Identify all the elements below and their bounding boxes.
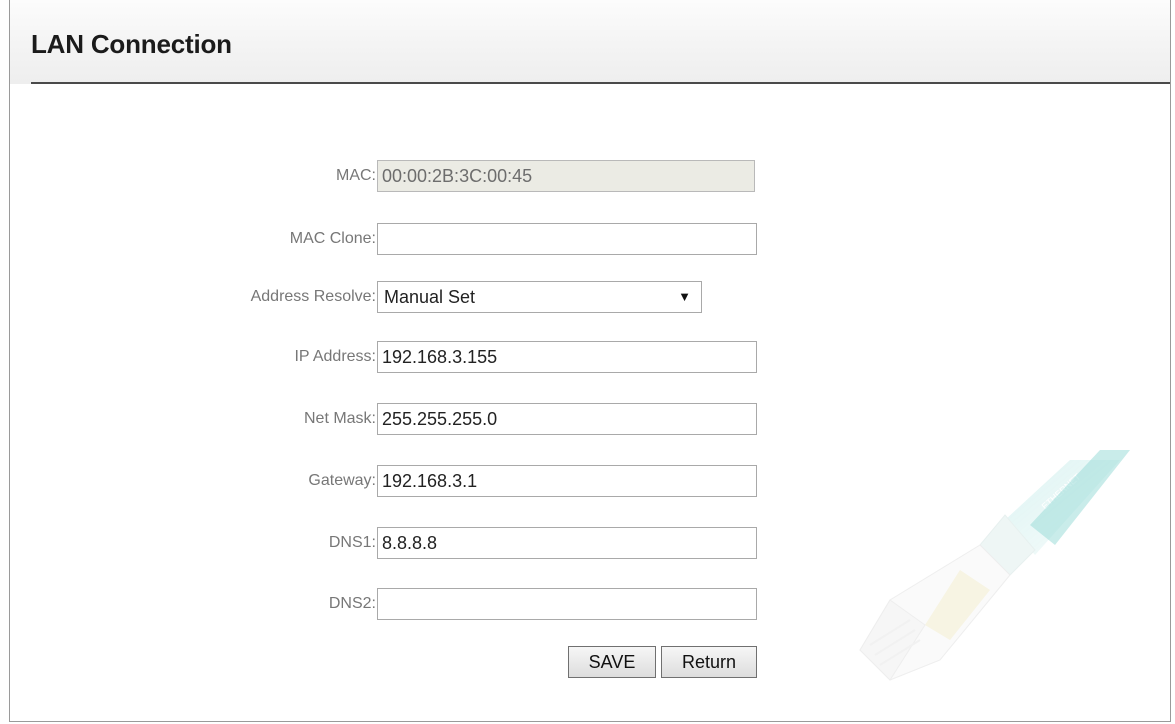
lan-connection-panel: LAN Connection ETHERNET MAC: MAC Clon xyxy=(9,0,1171,722)
dns1-label: DNS1: xyxy=(328,534,376,551)
address-resolve-row: Address Resolve: Manual Set ▼ xyxy=(10,280,810,314)
address-resolve-value: Manual Set xyxy=(384,287,476,307)
net-mask-label: Net Mask: xyxy=(303,410,376,427)
mac-clone-row: MAC Clone: xyxy=(10,222,810,256)
gateway-field[interactable] xyxy=(377,465,757,497)
return-button[interactable]: Return xyxy=(661,646,757,678)
mac-row: MAC: xyxy=(10,159,810,193)
ethernet-plug-icon: ETHERNET xyxy=(859,450,1130,681)
dns2-row: DNS2: xyxy=(10,587,810,621)
dropdown-arrow-icon: ▼ xyxy=(678,289,691,304)
dns2-field[interactable] xyxy=(377,588,757,620)
ip-address-label: IP Address: xyxy=(294,348,376,365)
net-mask-row: Net Mask: xyxy=(10,402,810,436)
panel-header: LAN Connection xyxy=(10,0,1170,84)
mac-clone-field[interactable] xyxy=(377,223,757,255)
dns1-row: DNS1: xyxy=(10,526,810,560)
net-mask-field[interactable] xyxy=(377,403,757,435)
save-button[interactable]: SAVE xyxy=(568,646,656,678)
page-title: LAN Connection xyxy=(31,29,232,59)
mac-label: MAC: xyxy=(336,167,376,184)
address-resolve-select[interactable]: Manual Set ▼ xyxy=(377,281,702,313)
gateway-row: Gateway: xyxy=(10,464,810,498)
address-resolve-label: Address Resolve: xyxy=(250,288,376,305)
mac-field xyxy=(377,160,755,192)
ip-address-field[interactable] xyxy=(377,341,757,373)
mac-clone-label: MAC Clone: xyxy=(289,230,376,247)
ip-address-row: IP Address: xyxy=(10,340,810,374)
header-divider xyxy=(31,82,1170,84)
dns2-label: DNS2: xyxy=(328,595,376,612)
dns1-field[interactable] xyxy=(377,527,757,559)
gateway-label: Gateway: xyxy=(308,472,376,489)
